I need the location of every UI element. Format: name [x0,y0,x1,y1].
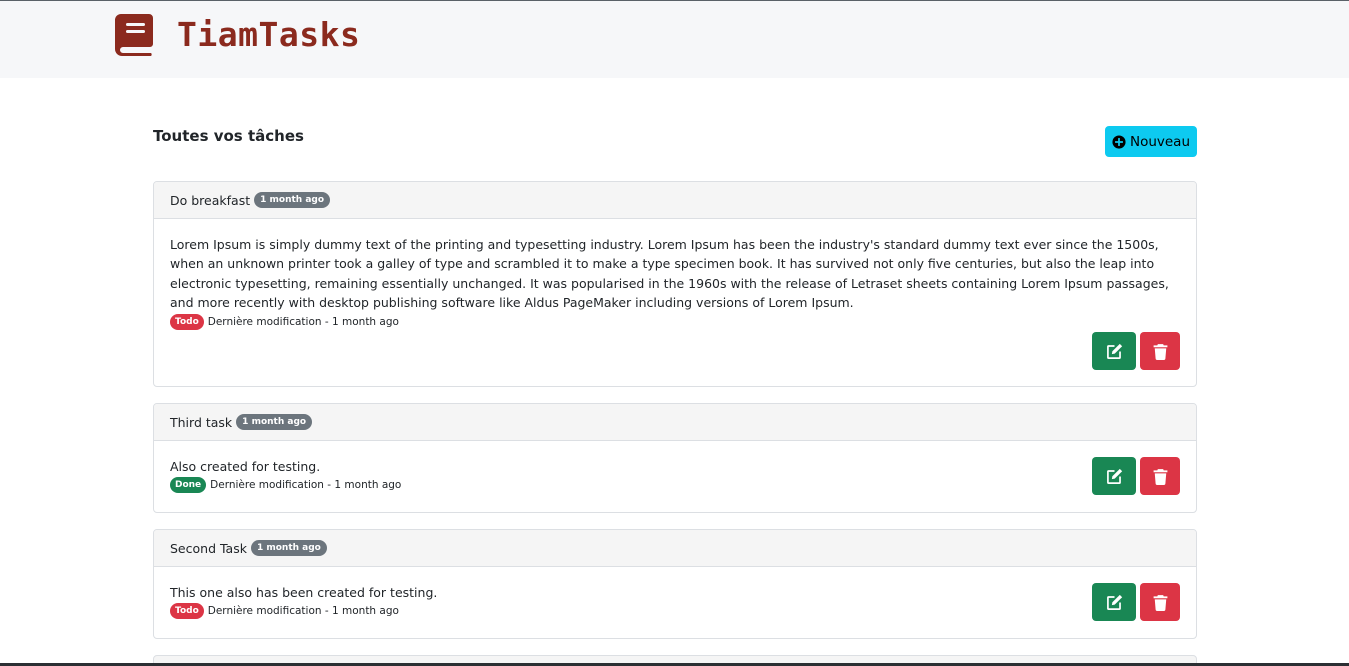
task-card-header: Third task 1 month ago [154,404,1196,441]
task-meta: Done Dernière modification - 1 month ago [170,477,1180,493]
task-card: Do breakfast 1 month ago Lorem Ipsum is … [153,181,1197,387]
task-card-body: This one also has been created for testi… [154,567,1196,635]
task-card-header: Do breakfast 1 month ago [154,182,1196,219]
task-age-badge: 1 month ago [236,414,313,430]
new-task-button[interactable]: Nouveau [1105,126,1197,157]
task-card-body: Also created for testing. Done Dernière … [154,441,1196,509]
edit-button[interactable] [1092,583,1136,621]
task-description: Lorem Ipsum is simply dummy text of the … [170,237,1169,310]
task-title: Third task [170,414,233,430]
last-modified: Dernière modification - 1 month ago [210,479,402,491]
task-age-badge: 1 month ago [250,540,327,556]
task-age-badge: 1 month ago [254,192,331,208]
edit-icon [1106,468,1122,484]
trash-icon [1153,468,1167,485]
book-icon [115,14,153,56]
task-actions [1092,457,1180,495]
task-actions [1092,583,1180,621]
new-task-button-label: Nouveau [1129,133,1191,150]
brand-name: TiamTasks [177,15,361,54]
status-badge: Todo [170,314,204,331]
edit-icon [1106,343,1122,359]
page-title: Toutes vos tâches [153,127,304,145]
edit-button[interactable] [1092,457,1136,495]
last-modified: Dernière modification - 1 month ago [207,605,399,617]
task-card-header: Second Task 1 month ago [154,530,1196,567]
edit-icon [1106,594,1122,610]
task-card-body: Lorem Ipsum is simply dummy text of the … [154,219,1196,370]
task-title: Do breakfast [170,192,251,208]
trash-icon [1153,343,1167,360]
task-card: Second Task 1 month ago This one also ha… [153,529,1197,639]
task-title: Second Task [170,540,247,556]
trash-icon [1153,594,1167,611]
task-description: Also created for testing. [170,459,321,474]
plus-circle-icon [1112,134,1126,149]
status-badge: Todo [170,603,204,619]
navbar: TiamTasks [0,1,1349,78]
task-actions [1092,332,1180,370]
delete-button[interactable] [1140,332,1180,370]
delete-button[interactable] [1140,583,1180,621]
task-description: This one also has been created for testi… [170,585,438,600]
task-meta: Todo Dernière modification - 1 month ago [170,314,1180,331]
edit-button[interactable] [1092,332,1136,370]
task-card: Third task 1 month ago Also created for … [153,403,1197,513]
task-meta: Todo Dernière modification - 1 month ago [170,603,1180,619]
brand[interactable]: TiamTasks [115,13,360,57]
last-modified: Dernière modification - 1 month ago [207,316,399,329]
status-badge: Done [170,477,207,493]
delete-button[interactable] [1140,457,1180,495]
